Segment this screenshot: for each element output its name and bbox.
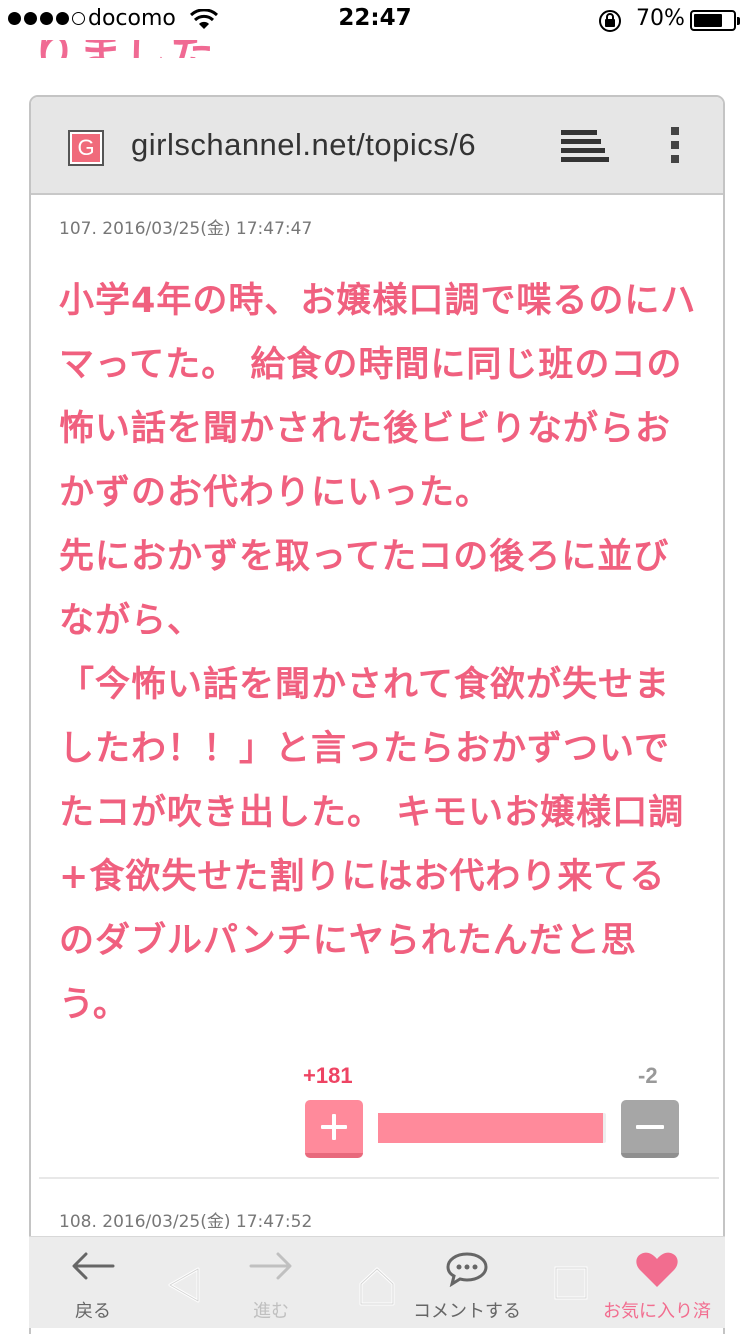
minus-vote-button[interactable]: [621, 1100, 679, 1158]
plus-vote-button[interactable]: [305, 1100, 363, 1158]
arrow-left-icon: [72, 1252, 115, 1280]
status-bar: docomo 22:47 70%: [0, 0, 750, 40]
back-label: 戻る: [75, 1301, 111, 1322]
back-button[interactable]: 戻る: [51, 1237, 135, 1329]
comment-meta: 107. 2016/03/25(金) 17:47:47: [59, 219, 313, 239]
comment-label: コメントする: [413, 1301, 521, 1322]
system-back-icon[interactable]: [166, 1266, 202, 1304]
arrow-right-icon: [249, 1252, 292, 1280]
favorite-button[interactable]: お気に入り済: [589, 1237, 725, 1329]
embedded-browser-card: G girlschannel.net/topics/6 107. 2016/03…: [29, 95, 725, 1334]
favorite-label: お気に入り済: [603, 1301, 711, 1322]
rotation-lock-icon: [599, 10, 621, 32]
forward-label: 進む: [253, 1301, 289, 1322]
battery-percentage: 70%: [636, 6, 685, 31]
battery-icon: [690, 10, 740, 31]
vote-ratio-fill: [378, 1113, 604, 1143]
comment-body: 小学4年の時、お嬢様口調で喋るのにハマってた。 給食の時間に同じ班のコの怖い話を…: [59, 281, 697, 1025]
url-text[interactable]: girlschannel.net/topics/6: [131, 127, 523, 163]
minus-vote-count: -2: [638, 1063, 658, 1088]
speech-bubble-icon: [446, 1252, 488, 1287]
browser-address-bar[interactable]: G girlschannel.net/topics/6: [31, 97, 723, 195]
plus-vote-count: +181: [303, 1063, 353, 1088]
tabs-icon[interactable]: [561, 130, 609, 164]
site-favicon-icon: G: [68, 130, 104, 166]
system-home-icon[interactable]: [357, 1266, 397, 1306]
forward-button[interactable]: 進む: [229, 1237, 313, 1329]
heart-icon: [636, 1252, 678, 1287]
vote-ratio-bar: [378, 1113, 606, 1143]
system-recent-apps-icon[interactable]: [554, 1266, 588, 1300]
comment-meta: 108. 2016/03/25(金) 17:47:52: [59, 1212, 313, 1232]
more-menu-icon[interactable]: [671, 127, 681, 169]
post-comment-button[interactable]: コメントする: [397, 1237, 537, 1329]
comment-divider: [39, 1177, 719, 1179]
